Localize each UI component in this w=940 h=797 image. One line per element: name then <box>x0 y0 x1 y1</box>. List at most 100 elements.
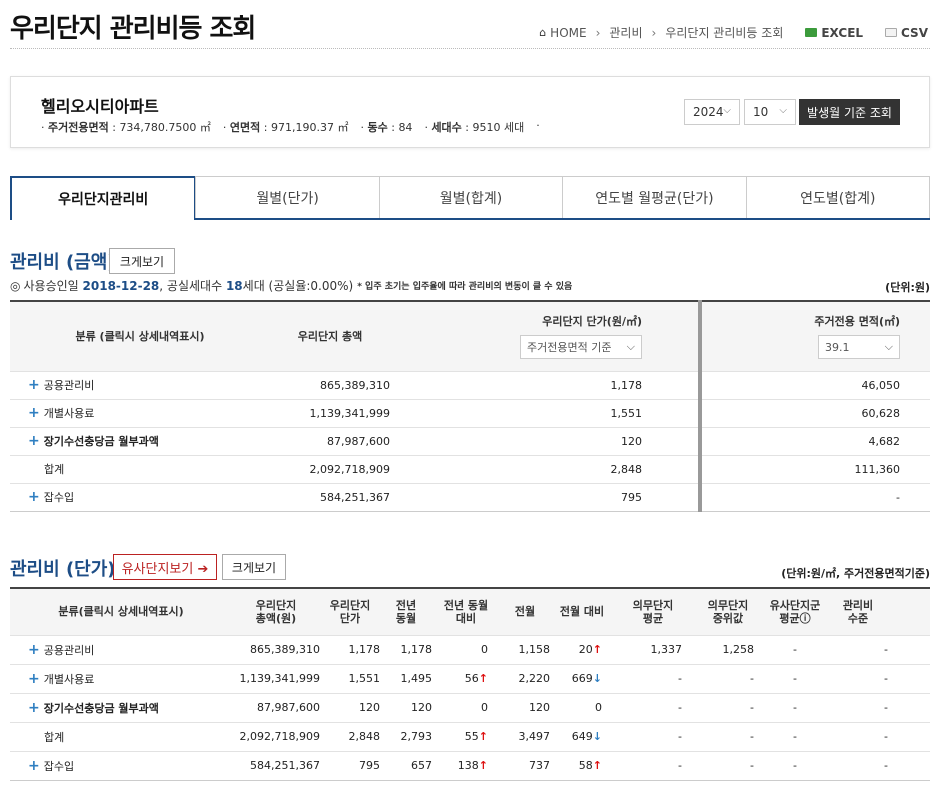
area-select[interactable]: 39.1 ⌵ <box>818 335 900 360</box>
cell-total: 865,389,310 <box>250 643 320 656</box>
cell-prev-month: 1,158 <box>518 643 551 656</box>
enlarge-button[interactable]: 크게보기 <box>109 248 175 274</box>
cell-yoy: 56 <box>464 672 479 685</box>
cell-mom-cell: 58↑ <box>550 750 614 781</box>
tab-monthly-total[interactable]: 월별(합계) <box>378 176 564 218</box>
table-row[interactable]: + 잡수입 584,251,367 795 657 138↑ 737 58↑ - - - - <box>10 750 930 781</box>
cell-prev-month: 3,497 <box>518 730 551 743</box>
enlarge-button[interactable]: 크게보기 <box>222 554 286 580</box>
cell-yoy-cell: 56↑ <box>432 663 500 693</box>
excel-export-button[interactable]: EXCEL <box>805 26 863 40</box>
cell-level: - <box>884 759 888 772</box>
breadcrumb-home[interactable]: HOME <box>550 26 586 40</box>
arrow-up-icon: ↑ <box>592 643 602 656</box>
row-name: 잡수입 <box>43 491 75 504</box>
plus-icon[interactable]: + <box>28 489 40 505</box>
chevron-down-icon: ⌵ <box>884 340 893 354</box>
cell-level: - <box>884 730 888 743</box>
cell-similar-avg-cell: - <box>764 663 826 693</box>
unit-label: (단위:원/㎡, 주거전용면적기준) <box>781 567 930 580</box>
info-trailing-dot: · <box>536 119 540 132</box>
row-category-cell: 합계 <box>10 721 232 751</box>
cell-area: 46,050 <box>698 370 930 399</box>
tab-our-complex[interactable]: 우리단지관리비 <box>10 176 197 220</box>
cell-similar-avg-cell: - <box>764 750 826 781</box>
cell-level-cell: - <box>826 634 930 664</box>
cell-mandatory-median: 1,258 <box>722 643 755 656</box>
col-area: 주거전용 면적(㎡) 39.1 ⌵ <box>698 301 930 371</box>
excel-icon <box>805 28 818 37</box>
chevron-down-icon: ⌵ <box>723 105 731 116</box>
cell-similar-avg-cell: - <box>764 692 826 722</box>
cell-total: 584,251,367 <box>250 759 320 772</box>
table-row[interactable]: + 공용관리비 865,389,310 1,178 46,050 <box>10 370 930 399</box>
excel-label: EXCEL <box>821 25 864 40</box>
table-row[interactable]: + 개별사용료 1,139,341,999 1,551 60,628 <box>10 398 930 427</box>
cell-area: - <box>698 482 930 512</box>
col-prev-month: 전월 <box>500 588 550 635</box>
unit-price-table: 분류(클릭시 상세내역표시) 우리단지 총액(원) 우리단지 단가 전년 동월 … <box>10 587 930 781</box>
plus-icon[interactable]: + <box>28 433 40 449</box>
plus-icon[interactable]: + <box>28 758 40 774</box>
cell-unit: 795 <box>359 759 380 772</box>
divider <box>10 48 930 49</box>
month-select[interactable]: 10 ⌵ <box>744 99 796 125</box>
plus-icon[interactable]: + <box>28 671 40 687</box>
cell-prev-year-cell: 1,495 <box>380 663 432 693</box>
table-row[interactable]: + 개별사용료 1,139,341,999 1,551 1,495 56↑ 2,220 669… <box>10 663 930 693</box>
plus-icon[interactable]: + <box>28 700 40 716</box>
section2-title: 관리비 (단가) <box>10 559 116 580</box>
table-row[interactable]: + 잡수입 584,251,367 795 - <box>10 482 930 512</box>
row-category-cell: + 장기수선충당금 월부과액 <box>10 692 232 722</box>
info-area: · 주거전용면적 : 734,780.7500 ㎡ <box>41 121 211 134</box>
cell-mandatory-median-cell: - <box>692 663 764 693</box>
arrow-up-icon: ↑ <box>478 759 488 772</box>
year-value: 2024 <box>693 105 724 119</box>
col-total: 우리단지 총액(원) <box>232 588 320 635</box>
row-category-cell: + 잡수입 <box>10 750 232 781</box>
cell-unit: 1,178 <box>348 643 381 656</box>
row-name: 잡수입 <box>43 759 75 773</box>
breadcrumb-level1[interactable]: 관리비 <box>609 24 642 41</box>
cell-total: 584,251,367 <box>270 482 390 512</box>
page-title: 우리단지 관리비등 조회 <box>10 14 256 44</box>
plus-icon[interactable]: + <box>28 377 40 393</box>
plus-icon[interactable]: + <box>28 642 40 658</box>
cell-unit: 795 <box>390 482 700 512</box>
cell-mandatory-avg: - <box>678 672 682 685</box>
tab-yearly-avg-unit[interactable]: 연도별 월평균(단가) <box>562 176 747 218</box>
tab-monthly-unit[interactable]: 월별(단가) <box>195 176 380 218</box>
cell-prev-year: 1,178 <box>400 643 433 656</box>
basis-select[interactable]: 주거전용면적 기준 ⌵ <box>520 335 642 360</box>
csv-export-button[interactable]: CSV <box>885 26 928 40</box>
table-row[interactable]: + 장기수선충당금 월부과액 87,987,600 120 4,682 <box>10 426 930 455</box>
approval-info: ◎ 사용승인일 2018-12-28 , 공실세대수 18 세대 (공실율:0.… <box>10 277 572 294</box>
apartment-info: · 주거전용면적 : 734,780.7500 ㎡ · 연면적 : 971,19… <box>41 119 552 135</box>
tab-yearly-total[interactable]: 연도별(합계) <box>745 176 931 218</box>
amount-table: 분류 (클릭시 상세내역표시) 우리단지 총액 우리단지 단가(원/㎡) 주거전… <box>10 300 930 512</box>
basis-value: 주거전용면적 기준 <box>527 341 612 355</box>
cell-unit-cell: 2,848 <box>320 721 380 751</box>
cell-similar-avg: - <box>793 759 797 772</box>
cell-yoy-cell: 0 <box>432 634 500 664</box>
query-button[interactable]: 발생월 기준 조회 <box>799 99 900 125</box>
cell-total: 2,092,718,909 <box>239 730 320 743</box>
cell-mom-cell: 669↓ <box>550 663 614 693</box>
similar-complex-button[interactable]: 유사단지보기 ➔ <box>113 554 217 580</box>
csv-icon <box>885 28 898 37</box>
home-icon[interactable]: ⌂ <box>539 26 546 39</box>
cell-mandatory-avg: 1,337 <box>650 643 683 656</box>
col-level: 관리비 수준 <box>826 588 930 635</box>
table-row[interactable]: + 장기수선충당금 월부과액 87,987,600 120 120 0 120 0 - - - - <box>10 692 930 722</box>
vacant-count: 18 <box>225 278 243 293</box>
cell-total: 87,987,600 <box>270 426 390 455</box>
row-name: 공용관리비 <box>43 643 95 657</box>
info-households: · 세대수 : 9510 세대 <box>424 121 525 134</box>
table-row[interactable]: + 공용관리비 865,389,310 1,178 1,178 0 1,158 20↑ 1,33… <box>10 634 930 664</box>
year-select[interactable]: 2024 ⌵ <box>684 99 740 125</box>
cell-unit: 1,551 <box>348 672 381 685</box>
plus-icon[interactable]: + <box>28 405 40 421</box>
cell-total: 1,139,341,999 <box>239 672 320 685</box>
cell-total: 865,389,310 <box>270 370 390 399</box>
row-category-cell: + 공용관리비 <box>10 634 232 664</box>
